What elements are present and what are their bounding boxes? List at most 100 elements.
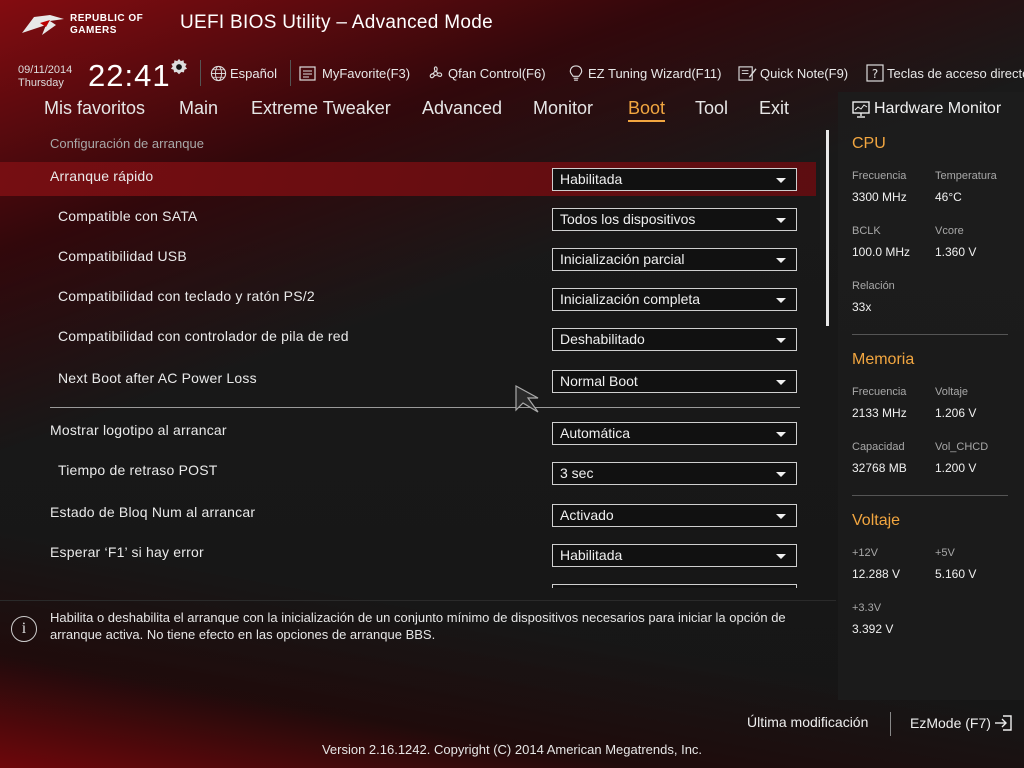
tab-boot[interactable]: Boot: [628, 98, 666, 122]
setting-row-post-delay[interactable]: Tiempo de retraso POST 3 sec: [0, 456, 816, 490]
dropdown-arrow-icon: [776, 258, 786, 263]
language-button[interactable]: Español: [210, 63, 277, 83]
sata-support-select[interactable]: Todos los dispositivos: [552, 208, 797, 231]
usb-support-select[interactable]: Inicialización parcial: [552, 248, 797, 271]
voltage-heading: Voltaje: [852, 512, 901, 529]
brand-line-2: GAMERS: [70, 25, 117, 36]
qfan-label: Qfan Control(F6): [448, 65, 546, 81]
ez-tuning-button[interactable]: EZ Tuning Wizard(F11): [567, 63, 721, 83]
mem-volt-value: 1.206 V: [935, 406, 977, 420]
tab-monitor[interactable]: Monitor: [533, 98, 593, 119]
fast-boot-select[interactable]: Habilitada: [552, 168, 797, 191]
footer-separator: [890, 712, 891, 736]
last-modified-label: Última modificación: [747, 714, 869, 730]
breadcrumb: Configuración de arranque: [50, 136, 204, 151]
cpu-vcore-value: 1.360 V: [935, 245, 977, 259]
setting-label: Arranque rápido: [50, 168, 154, 184]
svg-text:?: ?: [872, 67, 878, 81]
setting-row-ac-power-loss[interactable]: Next Boot after AC Power Loss Normal Boo…: [0, 364, 816, 398]
hardware-monitor-label: Hardware Monitor: [874, 100, 1002, 117]
setting-row-fast-boot[interactable]: Arranque rápido Habilitada: [0, 162, 816, 196]
memory-heading: Memoria: [852, 351, 915, 368]
ps2-support-select[interactable]: Inicialización completa: [552, 288, 797, 311]
hotkeys-label: Teclas de acceso directo: [887, 65, 1024, 81]
settings-scrollbar[interactable]: [826, 130, 829, 326]
gear-icon[interactable]: [170, 58, 188, 76]
numlock-select[interactable]: Activado: [552, 504, 797, 527]
dropdown-arrow-icon: [776, 338, 786, 343]
dropdown-arrow-icon: [776, 380, 786, 385]
note-icon: [738, 65, 757, 81]
setting-label: Next Boot after AC Power Loss: [58, 370, 257, 386]
select-value: Activado: [560, 507, 614, 523]
help-info-area: i Habilita o deshabilita el arranque con…: [0, 600, 836, 700]
tab-extreme-tweaker[interactable]: Extreme Tweaker: [251, 98, 391, 119]
cpu-ratio-value: 33x: [852, 300, 872, 314]
setting-row-sata[interactable]: Compatible con SATA Todos los dispositiv…: [0, 202, 816, 236]
dropdown-arrow-icon: [776, 514, 786, 519]
select-value: Todos los dispositivos: [560, 211, 696, 227]
dropdown-arrow-icon: [776, 554, 786, 559]
clock: 22:41: [88, 58, 171, 93]
setting-row-numlock[interactable]: Estado de Bloq Num al arrancar Activado: [0, 498, 816, 532]
setting-row-usb[interactable]: Compatibilidad USB Inicialización parcia…: [0, 242, 816, 276]
myfavorite-button[interactable]: MyFavorite(F3): [299, 63, 410, 83]
select-value: Automática: [560, 425, 631, 441]
tab-exit[interactable]: Exit: [759, 98, 789, 119]
setting-label: Compatibilidad con teclado y ratón PS/2: [58, 288, 315, 304]
quick-note-button[interactable]: Quick Note(F9): [738, 63, 848, 83]
setting-label: Compatibilidad con controlador de pila d…: [58, 328, 349, 344]
exit-arrow-icon: [994, 715, 1012, 731]
select-value: Habilitada: [560, 171, 623, 187]
ez-tuning-label: EZ Tuning Wizard(F11): [588, 65, 722, 81]
boot-logo-select[interactable]: Automática: [552, 422, 797, 445]
v33-value: 3.392 V: [852, 622, 894, 636]
mem-freq-value: 2133 MHz: [852, 406, 907, 420]
cpu-bclk-value: 100.0 MHz: [852, 245, 911, 259]
tab-advanced[interactable]: Advanced: [422, 98, 502, 119]
setting-row-ps2[interactable]: Compatibilidad con teclado y ratón PS/2 …: [0, 282, 816, 316]
mem-volt-label: Voltaje: [935, 386, 969, 398]
myfavorite-label: MyFavorite(F3): [322, 65, 411, 81]
help-text: Habilita o deshabilita el arranque con l…: [50, 610, 786, 642]
mem-cap-label: Capacidad: [852, 441, 905, 453]
info-icon: i: [11, 616, 37, 642]
lightbulb-icon: [569, 64, 583, 81]
cpu-freq-label: Frecuencia: [852, 170, 907, 182]
quick-note-label: Quick Note(F9): [760, 65, 849, 81]
version-copyright: Version 2.16.1242. Copyright (C) 2014 Am…: [321, 742, 703, 757]
setting-label: Compatible con SATA: [58, 208, 198, 224]
header: REPUBLIC OF GAMERS UEFI BIOS Utility – A…: [0, 0, 1024, 56]
setting-row-network-stack[interactable]: Compatibilidad con controlador de pila d…: [0, 322, 816, 356]
tab-mis-favoritos[interactable]: Mis favoritos: [44, 98, 145, 119]
setting-label: Estado de Bloq Num al arrancar: [50, 504, 256, 520]
toolbar-separator: [200, 60, 201, 86]
datetime-date: 09/11/2014 Thursday: [18, 64, 72, 90]
qfan-button[interactable]: Qfan Control(F6): [426, 63, 546, 83]
setting-row-boot-logo[interactable]: Mostrar logotipo al arrancar Automática: [0, 416, 816, 450]
partial-next-select[interactable]: [552, 584, 797, 588]
v5-label: +5V: [935, 547, 955, 559]
select-value: Deshabilitado: [560, 331, 645, 347]
network-stack-select[interactable]: Deshabilitado: [552, 328, 797, 351]
tab-main[interactable]: Main: [179, 98, 218, 119]
post-delay-select[interactable]: 3 sec: [552, 462, 797, 485]
rog-logo-text: REPUBLIC OF GAMERS: [70, 13, 143, 37]
fan-icon: [429, 65, 443, 78]
select-value: 3 sec: [560, 465, 594, 481]
tab-tool[interactable]: Tool: [695, 98, 728, 119]
rog-logo: REPUBLIC OF GAMERS: [20, 8, 170, 42]
favorite-list-icon: [299, 65, 316, 81]
mem-vchcd-value: 1.200 V: [935, 461, 977, 475]
setting-label: Mostrar logotipo al arrancar: [50, 422, 227, 438]
select-value: Inicialización completa: [560, 291, 701, 307]
v33-label: +3.3V: [852, 602, 882, 614]
wait-f1-select[interactable]: Habilitada: [552, 544, 797, 567]
last-modified-button[interactable]: Última modificación: [747, 714, 868, 730]
v12-label: +12V: [852, 547, 878, 559]
mem-freq-label: Frecuencia: [852, 386, 907, 398]
hotkeys-button[interactable]: ? Teclas de acceso directo: [866, 63, 1024, 83]
ezmode-button[interactable]: EzMode (F7): [910, 714, 1013, 732]
setting-row-wait-f1[interactable]: Esperar ‘F1’ si hay error Habilitada: [0, 538, 816, 572]
ac-power-loss-select[interactable]: Normal Boot: [552, 370, 797, 393]
